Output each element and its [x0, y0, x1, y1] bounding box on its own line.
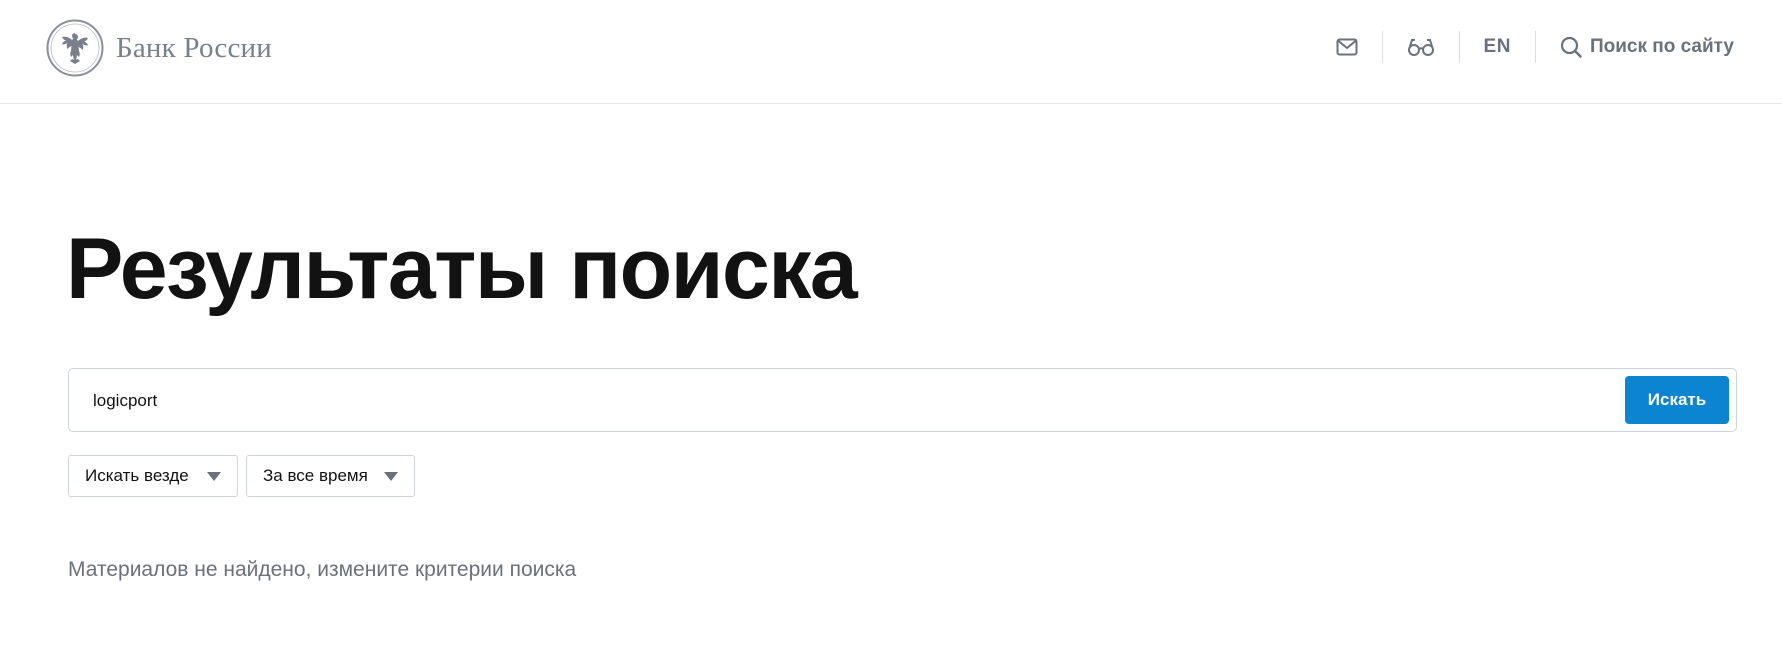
feedback-button[interactable]: [1312, 28, 1382, 66]
no-results-message: Материалов не найдено, измените критерии…: [68, 558, 577, 581]
search-form: Искать: [68, 368, 1737, 432]
caret-down-icon: [384, 471, 398, 481]
glasses-icon: [1407, 39, 1434, 56]
search-icon: [1560, 36, 1582, 58]
period-select-label: За все время: [263, 466, 368, 485]
page-title: Результаты поиска: [66, 221, 858, 317]
logo-link[interactable]: Банк России: [46, 19, 272, 77]
scope-select[interactable]: Искать везде: [68, 455, 238, 497]
language-label: EN: [1483, 36, 1511, 57]
caret-down-icon: [207, 471, 221, 481]
search-filters: Искать везде За все время: [68, 455, 423, 497]
site-search-label: Поиск по сайту: [1589, 36, 1734, 57]
logo-text: Банк России: [116, 31, 272, 64]
language-switch[interactable]: EN: [1460, 28, 1535, 66]
period-select[interactable]: За все время: [246, 455, 415, 497]
search-submit-button[interactable]: Искать: [1625, 376, 1729, 424]
scope-select-label: Искать везде: [85, 466, 189, 485]
search-input[interactable]: [93, 381, 1593, 421]
accessibility-button[interactable]: [1383, 28, 1459, 66]
site-header: Банк России EN Поиск по сайту: [0, 0, 1782, 104]
mail-icon: [1336, 38, 1358, 56]
site-search-button[interactable]: Поиск по сайту: [1536, 28, 1734, 66]
emblem-icon: [46, 19, 104, 77]
header-tools: EN Поиск по сайту: [1312, 28, 1734, 66]
